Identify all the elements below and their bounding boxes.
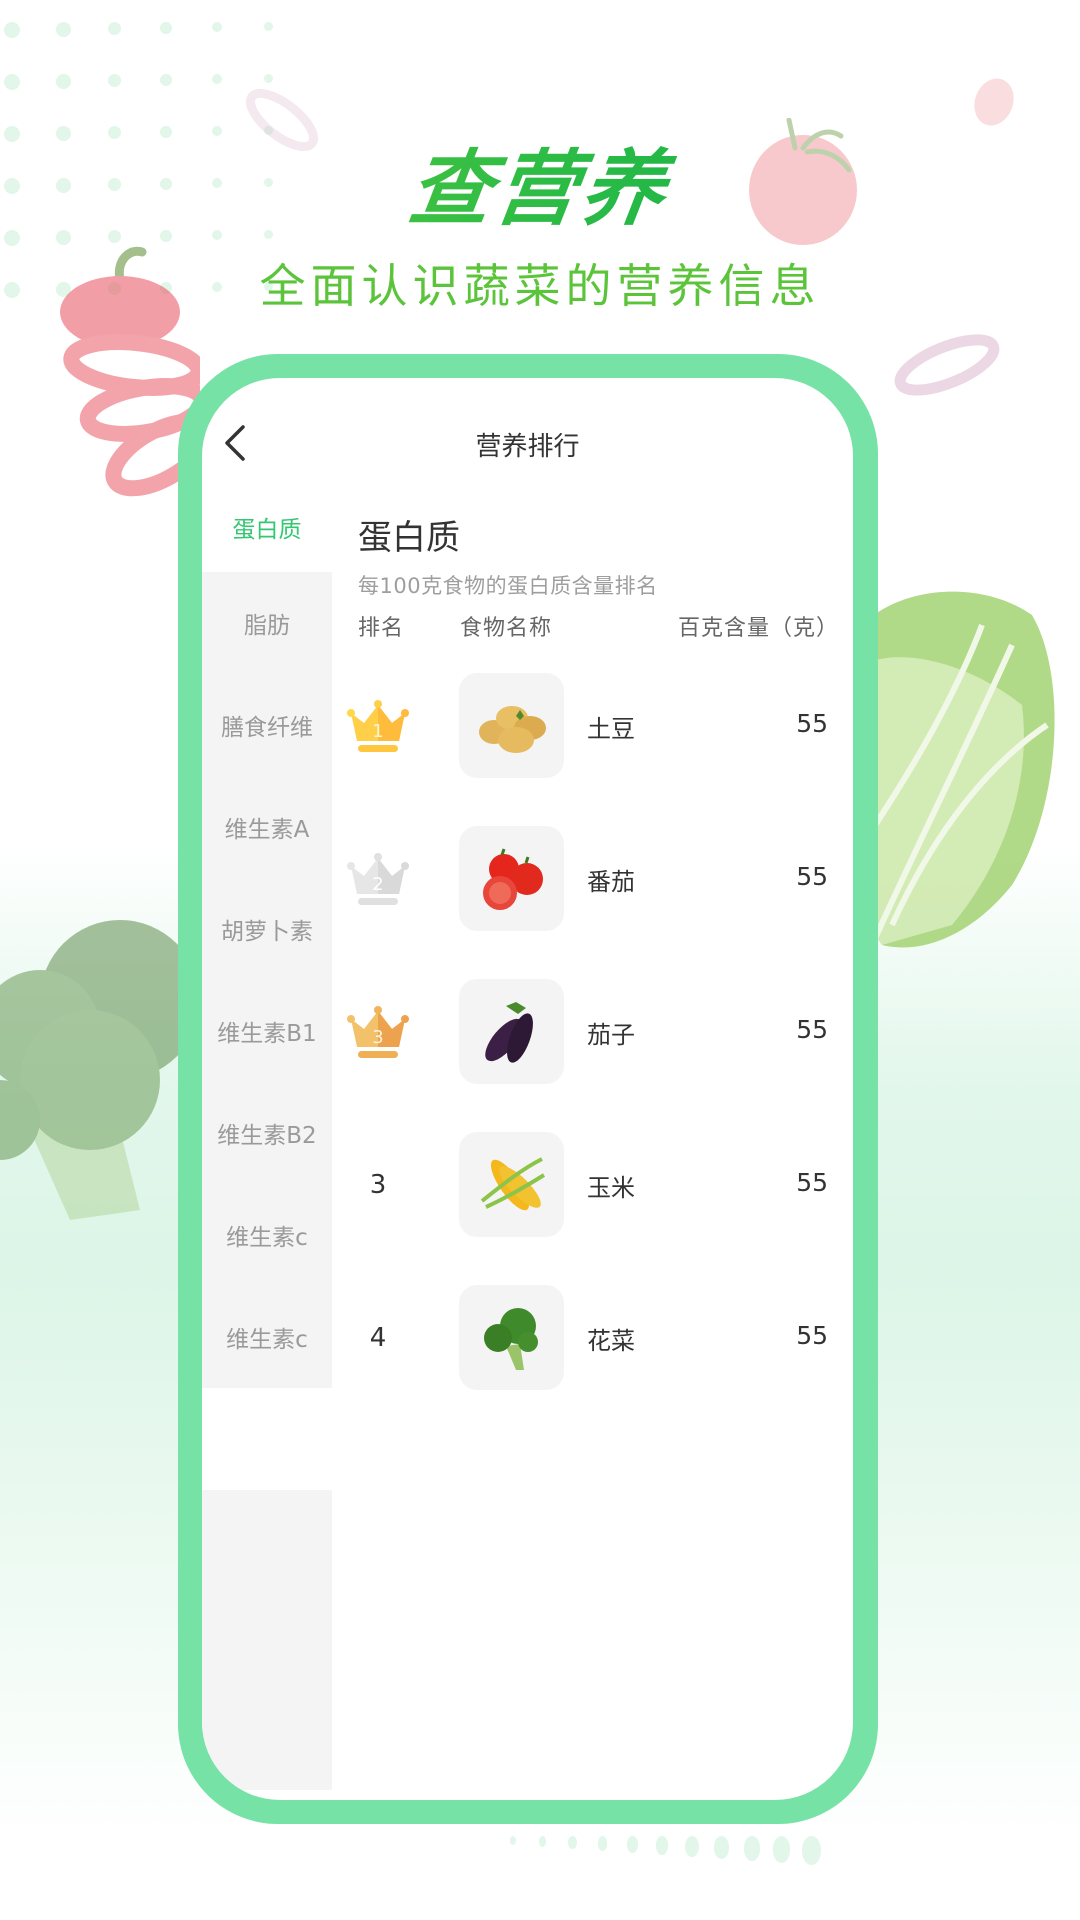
- promo-subheadline: 全面认识蔬菜的营养信息: [259, 259, 821, 313]
- ranking-content: 蛋白质 每100克食物的蛋白质含量排名 排名 食物名称 百克含量（克） 1 土豆…: [347, 498, 853, 1800]
- decorative-dot: [568, 1836, 577, 1849]
- sidebar-item-vitamin-c-2[interactable]: 维生素c: [202, 1286, 332, 1388]
- food-image: [459, 979, 564, 1084]
- sidebar-item-vitamin-b2[interactable]: 维生素B2: [202, 1082, 332, 1184]
- food-value: 55: [796, 862, 828, 891]
- decorative-dot: [685, 1836, 699, 1857]
- eggplant-icon: [484, 1001, 533, 1063]
- broccoli-icon: [483, 1307, 538, 1370]
- rank-number: 4: [369, 1322, 387, 1353]
- column-header-content-per-100g: 百克含量（克）: [678, 616, 840, 641]
- phone-frame: 营养排行 蛋白质 脂肪 膳食纤维 维生素A 胡萝卜素 维生素B1 维生素B2 维…: [178, 354, 878, 1824]
- gold-crown-icon: 1: [347, 699, 409, 752]
- sidebar-background: [202, 1490, 332, 1790]
- food-image: [459, 1132, 564, 1237]
- corn-icon: [480, 1156, 545, 1210]
- decorative-dot: [56, 74, 71, 89]
- decorative-dot: [801, 1836, 821, 1865]
- sidebar-item-fat[interactable]: 脂肪: [202, 572, 332, 674]
- food-name: 土豆: [587, 715, 635, 743]
- decorative-dot: [714, 1836, 730, 1859]
- rank-number: 3: [369, 1169, 387, 1200]
- rank-cell: 4: [347, 1285, 409, 1390]
- decorative-dot: [56, 22, 71, 37]
- decorative-dot: [626, 1836, 638, 1853]
- food-value: 55: [796, 1015, 828, 1044]
- potato-icon: [478, 705, 546, 753]
- decorative-dot: [160, 22, 172, 34]
- rank-cell: 3: [347, 979, 409, 1084]
- sidebar-item-protein[interactable]: 蛋白质: [202, 498, 332, 572]
- decorative-dot: [4, 22, 20, 38]
- section-title: 蛋白质: [358, 518, 460, 558]
- food-name: 茄子: [587, 1021, 635, 1049]
- decorative-dot: [212, 22, 223, 33]
- sidebar-item-vitamin-c[interactable]: 维生素c: [202, 1184, 332, 1286]
- decorative-dot: [510, 1836, 516, 1845]
- food-name: 番茄: [587, 868, 635, 896]
- food-image: [459, 826, 564, 931]
- sidebar-item-vitamin-a[interactable]: 维生素A: [202, 776, 332, 878]
- decorative-dot: [264, 22, 273, 31]
- app-screen: 营养排行 蛋白质 脂肪 膳食纤维 维生素A 胡萝卜素 维生素B1 维生素B2 维…: [202, 378, 853, 1800]
- food-image: [459, 1285, 564, 1390]
- broccoli-decoration: [0, 920, 190, 1220]
- decorative-dot: [212, 74, 223, 85]
- promo-headline: 查营养: [0, 122, 1080, 241]
- decorative-dot: [539, 1836, 547, 1847]
- bronze-crown-icon: 3: [347, 1005, 409, 1058]
- column-header-food-name: 食物名称: [460, 616, 553, 641]
- food-value: 55: [796, 1168, 828, 1197]
- decorative-dot: [772, 1836, 791, 1863]
- page-title: 营养排行: [475, 432, 580, 462]
- decorative-dot: [108, 74, 122, 88]
- silver-crown-icon: 2: [347, 852, 409, 905]
- ranking-row[interactable]: 3 茄子 55: [347, 979, 853, 1084]
- rank-cell: 2: [347, 826, 409, 931]
- tomato-icon: [482, 848, 543, 910]
- rank-cell: 3: [347, 1132, 409, 1237]
- sidebar-item-dietary-fiber[interactable]: 膳食纤维: [202, 674, 332, 776]
- ranking-row[interactable]: 3 玉米 55: [358, 1132, 853, 1237]
- food-image: [459, 673, 564, 778]
- sidebar-item-vitamin-b1[interactable]: 维生素B1: [202, 980, 332, 1082]
- section-subtitle: 每100克食物的蛋白质含量排名: [358, 574, 658, 598]
- decorative-dot: [108, 22, 122, 36]
- decorative-dot: [4, 74, 20, 90]
- rank-number: 1: [372, 721, 383, 742]
- ranking-row[interactable]: 1 土豆 55: [347, 673, 853, 778]
- decorative-dot: [597, 1836, 608, 1851]
- navbar: 营养排行: [202, 378, 853, 498]
- decorative-dot: [743, 1836, 760, 1861]
- food-value: 55: [796, 1321, 828, 1350]
- ranking-row[interactable]: 4 花菜 55: [358, 1285, 853, 1390]
- column-header-rank: 排名: [358, 616, 405, 641]
- nutrient-sidebar: 蛋白质 脂肪 膳食纤维 维生素A 胡萝卜素 维生素B1 维生素B2 维生素c 维…: [202, 498, 332, 1790]
- rank-number: 3: [372, 1027, 383, 1048]
- decorative-dot: [655, 1836, 669, 1855]
- rank-cell: 1: [347, 673, 409, 778]
- food-name: 玉米: [587, 1174, 635, 1202]
- ranking-row[interactable]: 2 番茄 55: [347, 826, 853, 931]
- rank-number: 2: [372, 874, 383, 895]
- tomato-slice-decoration: [974, 78, 1014, 126]
- food-name: 花菜: [587, 1327, 635, 1355]
- napa-cabbage-decoration: [862, 591, 1055, 948]
- food-value: 55: [796, 709, 828, 738]
- onion-ring-decoration: [894, 334, 1000, 396]
- sidebar-item-carotene[interactable]: 胡萝卜素: [202, 878, 332, 980]
- decorative-dot: [160, 74, 172, 86]
